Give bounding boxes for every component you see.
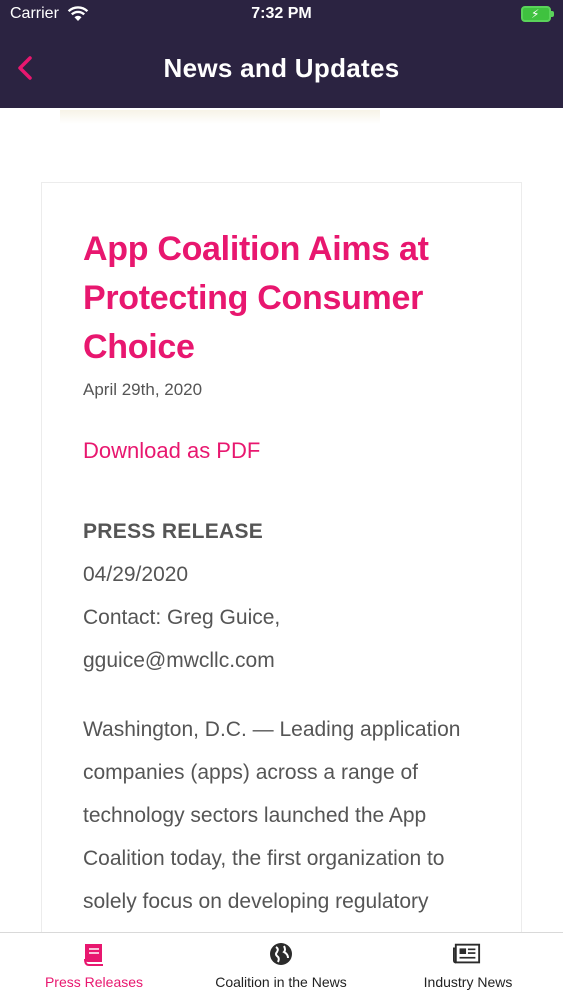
- tab-bar: Press Releases Coalition in the News Ind…: [0, 932, 563, 1000]
- battery-icon: ⚡: [521, 6, 554, 22]
- newspaper-icon: [453, 943, 481, 964]
- contact-email: gguice@mwcllc.com: [83, 649, 275, 672]
- tab-coalition-in-the-news[interactable]: Coalition in the News: [196, 933, 366, 1000]
- tab-label: Coalition in the News: [215, 974, 347, 990]
- contact-name: Contact: Greg Guice,: [83, 606, 281, 629]
- globe-icon: [270, 943, 292, 965]
- release-date: 04/29/2020: [83, 563, 189, 586]
- article-content: App Coalition Aims at Protecting Consume…: [83, 225, 483, 941]
- nav-bar: News and Updates: [0, 40, 563, 96]
- page-title: News and Updates: [163, 53, 400, 83]
- tab-industry-news[interactable]: Industry News: [398, 933, 538, 1000]
- status-bar: Carrier 7:32 PM ⚡: [0, 0, 563, 30]
- tab-press-releases[interactable]: Press Releases: [14, 933, 174, 1000]
- download-pdf-link[interactable]: Download as PDF: [83, 438, 483, 464]
- clock: 7:32 PM: [251, 5, 312, 22]
- press-release-label: PRESS RELEASE: [83, 520, 264, 543]
- header: Carrier 7:32 PM ⚡ News and Updates: [0, 0, 563, 108]
- article-date: April 29th, 2020: [83, 380, 203, 399]
- article-title: App Coalition Aims at Protecting Consume…: [83, 230, 429, 366]
- scrolled-content-fade: [60, 110, 380, 124]
- article-card[interactable]: App Coalition Aims at Protecting Consume…: [41, 182, 522, 942]
- book-icon: [84, 944, 103, 966]
- article-body: Washington, D.C. — Leading application c…: [83, 718, 461, 941]
- tab-label: Industry News: [423, 974, 513, 990]
- tab-label: Press Releases: [44, 974, 144, 990]
